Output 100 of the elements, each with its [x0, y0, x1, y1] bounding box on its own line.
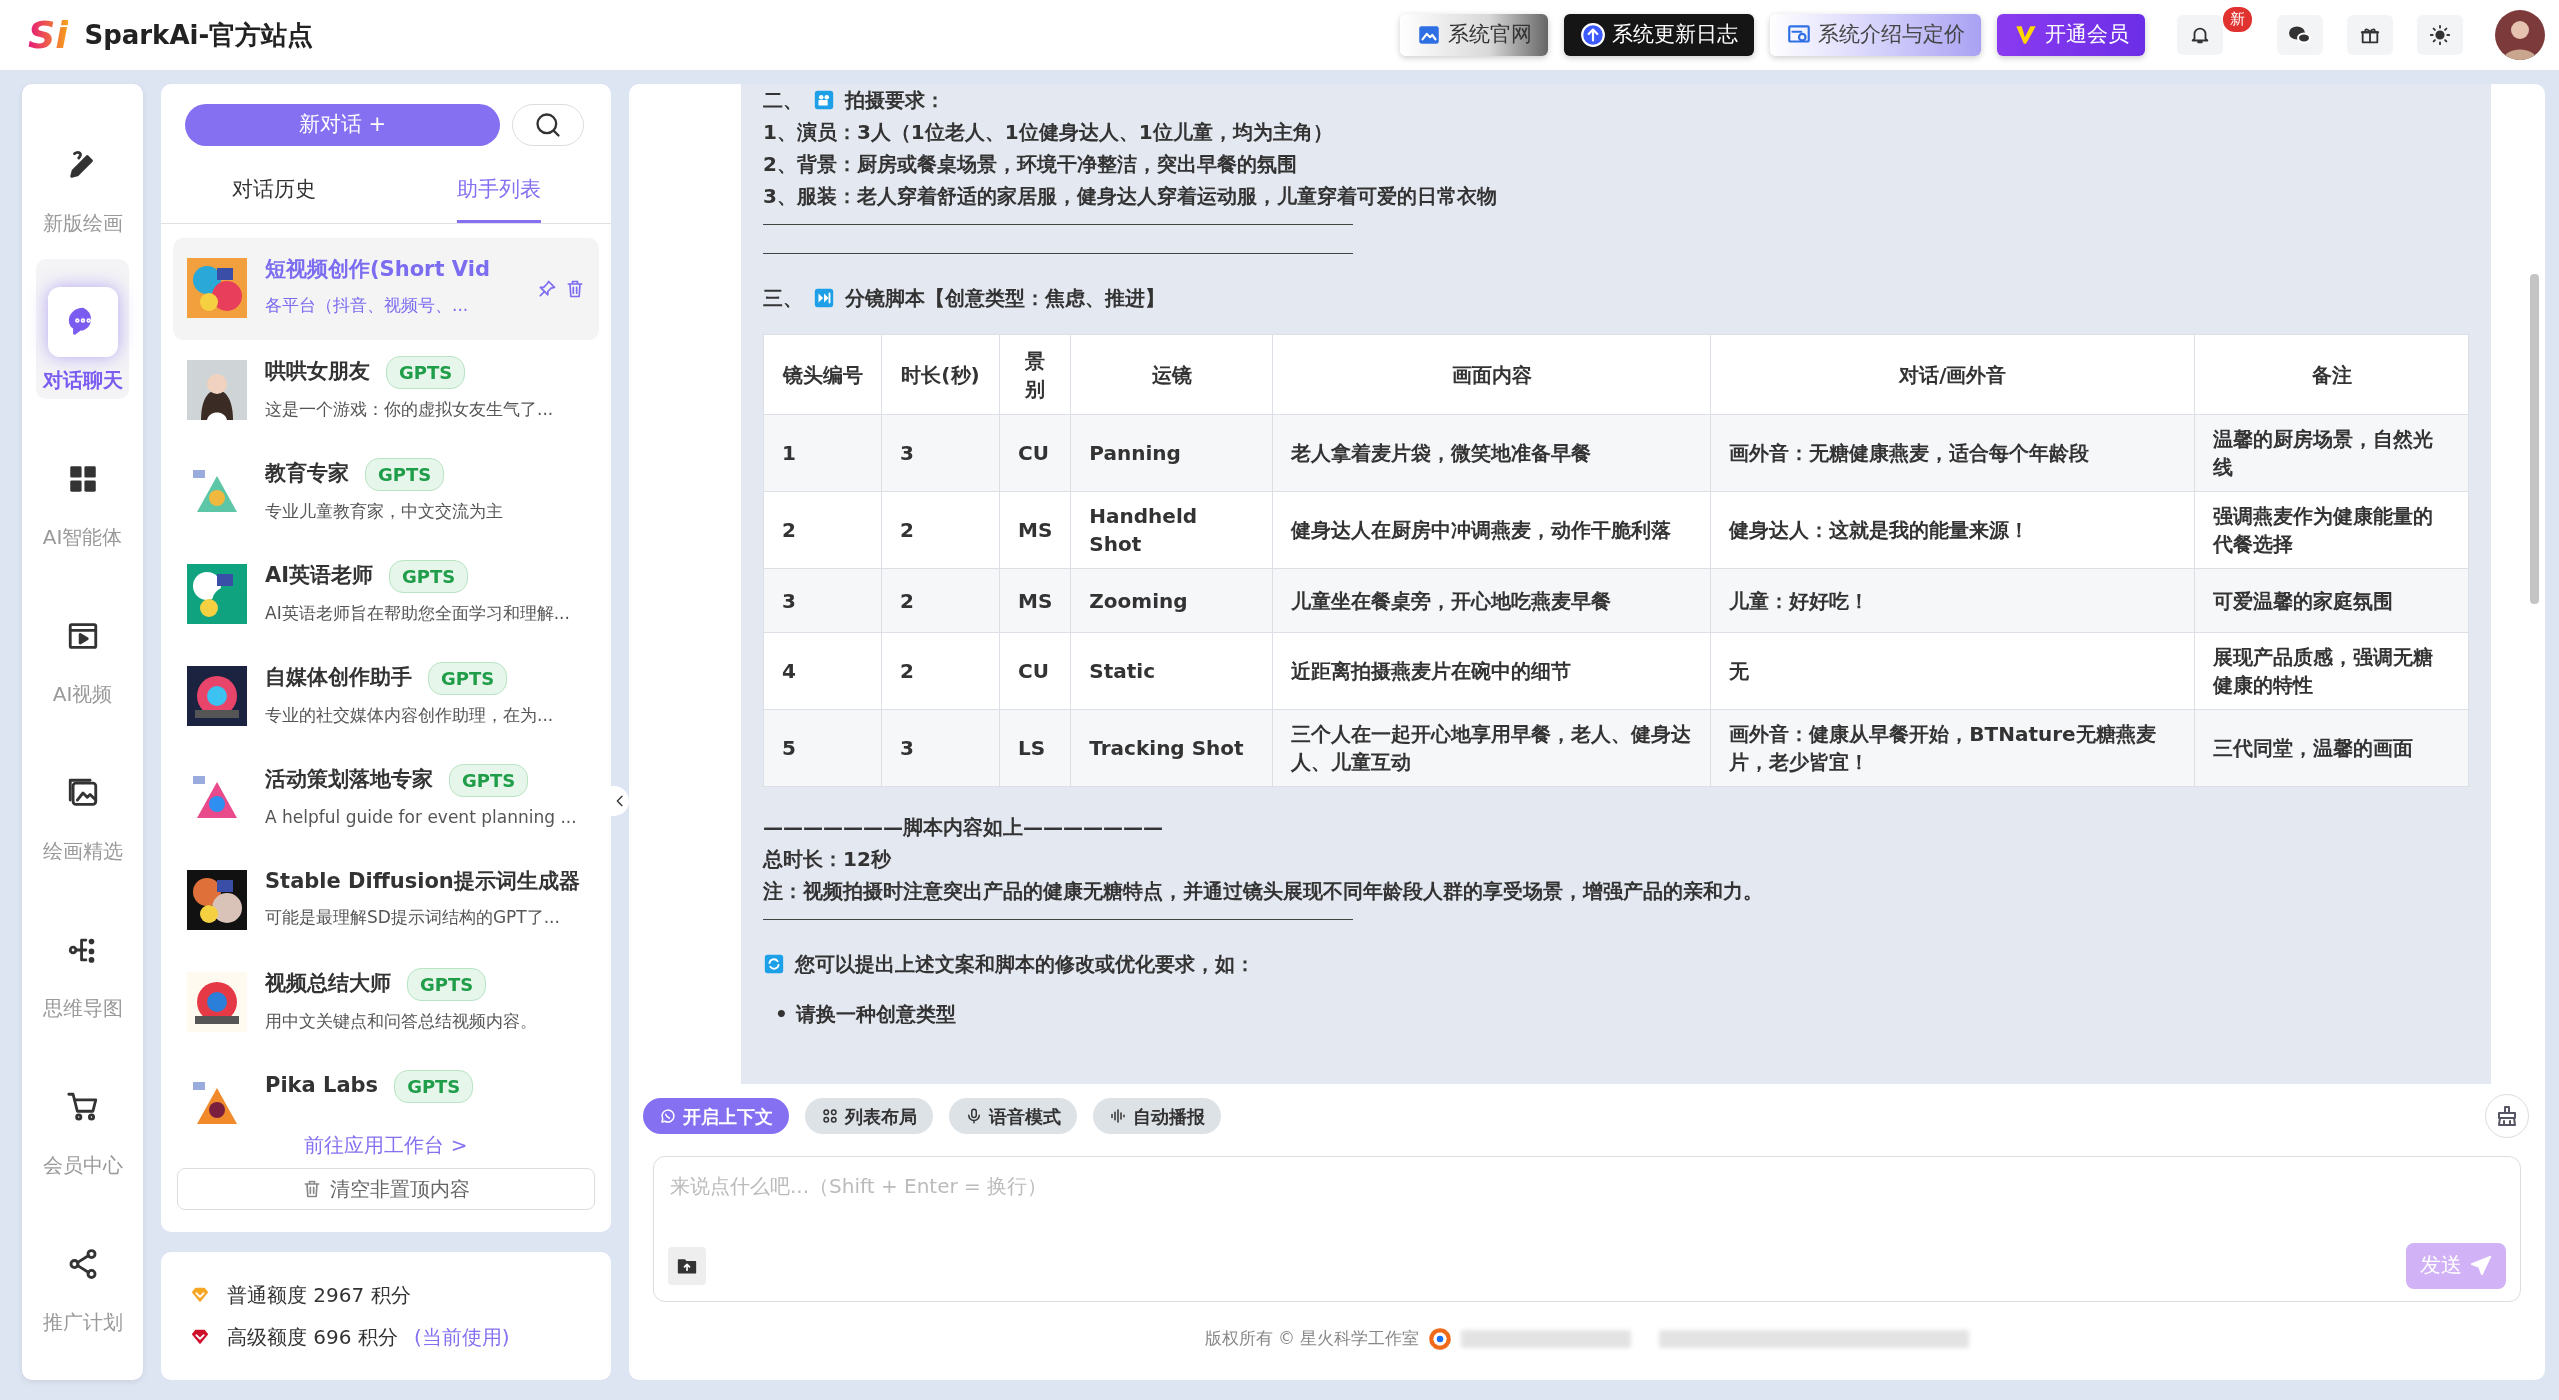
assistant-item[interactable]: 自媒体创作助手 GPTS 专业的社交媒体内容创作助理，在为...	[173, 645, 599, 748]
table-cell: 3	[881, 414, 1000, 492]
table-cell: 健身达人在厨房中冲调燕麦，动作干脆利落	[1272, 491, 1711, 569]
assistant-title: 短视频创作(Short Vid	[265, 255, 490, 283]
assistant-item[interactable]: 教育专家 GPTS 专业儿童教育家，中文交流为主	[173, 441, 599, 544]
table-cell: CU	[999, 414, 1071, 492]
search-button[interactable]	[512, 104, 584, 146]
chat-icon	[659, 1107, 677, 1125]
table-cell: 三代同堂，温馨的画面	[2194, 709, 2469, 787]
clear-button[interactable]: 清空非置顶内容	[177, 1167, 595, 1210]
gpts-tag: GPTS	[449, 763, 529, 797]
assistant-title: Stable Diffusion提示词生成器	[265, 867, 580, 895]
assistant-item[interactable]: 视频总结大师 GPTS 用中文关键点和问答总结视频内容。	[173, 951, 599, 1054]
table-cell: Tracking Shot	[1070, 709, 1273, 787]
upload-button[interactable]	[668, 1247, 706, 1285]
table-cell: MS	[999, 491, 1071, 569]
section-heading: 拍摄要求：	[845, 87, 945, 114]
collapse-button[interactable]	[611, 786, 629, 816]
site-title: SparkAi-官方站点	[84, 18, 314, 52]
gpts-tag: GPTS	[407, 967, 487, 1001]
content-line: 总时长：12秒	[763, 846, 892, 873]
sun-icon	[2429, 24, 2451, 46]
assistant-description: 各平台（抖音、视频号、...	[265, 294, 470, 317]
table-cell: 健身达人：这就是我的能量来源！	[1710, 491, 2195, 569]
content-line: 注：视频拍摄时注意突出产品的健康无糖特点，并通过镜头展现不同年龄段人群的享受场景，增强产品的亲和力。	[763, 878, 1764, 905]
gpts-tag: GPTS	[394, 1069, 474, 1103]
content-line: 2、背景：厨房或餐桌场景，环境干净整洁，突出早餐的氛围	[763, 151, 1298, 178]
tab[interactable]: 对话历史	[231, 160, 316, 223]
gpts-tag: GPTS	[386, 355, 466, 389]
trash-icon	[302, 1178, 322, 1199]
quota-note: (当前使用)	[413, 1324, 510, 1351]
table-header: 备注	[2194, 334, 2469, 415]
broom-icon	[2495, 1104, 2519, 1128]
assistant-title: 视频总结大师	[265, 970, 391, 998]
table-header: 景别	[999, 334, 1071, 415]
table-cell: MS	[999, 568, 1071, 633]
table-cell: 温馨的厨房场景，自然光线	[2194, 414, 2469, 492]
clear-context-button[interactable]	[2485, 1094, 2529, 1138]
paper-plane-icon	[2470, 1255, 2492, 1277]
assistant-title: AI英语老师	[265, 562, 374, 590]
wechat-button[interactable]	[2277, 15, 2323, 55]
table-cell: 展现产品质感，强调无糖健康的特性	[2194, 632, 2469, 710]
table-cell: 无	[1710, 632, 2195, 710]
header-link[interactable]: 系统官网	[1400, 14, 1548, 56]
copyright-text: 版权所有 © 星火科学工作室	[1204, 1327, 1420, 1351]
toolbar-chip[interactable]: 开启上下文	[643, 1098, 789, 1134]
arrow-up-icon	[1580, 22, 1606, 48]
notification-button[interactable]	[2177, 15, 2223, 55]
table-cell: 画外音：无糖健康燕麦，适合每个年龄段	[1710, 414, 2195, 492]
tab[interactable]: 助手列表	[456, 160, 541, 223]
header-link[interactable]: 系统介绍与定价	[1770, 14, 1981, 56]
table-cell: 2	[881, 491, 1000, 569]
assistant-description: 专业的社交媒体内容创作助理，在为...	[265, 703, 555, 727]
assistant-item[interactable]: Stable Diffusion提示词生成器 可能是最理解SD提示词结构的GPT了...	[173, 849, 599, 952]
scrollbar[interactable]	[2530, 274, 2539, 604]
assistant-item[interactable]: 哄哄女朋友 GPTS 这是一个游戏：你的虚拟女友生气了...	[173, 339, 599, 442]
table-cell: LS	[999, 709, 1071, 787]
content-line: 1、演员：3人（1位老人、1位健身达人、1位儿童，均为主角）	[763, 119, 1334, 146]
table-header: 画面内容	[1272, 334, 1711, 415]
microphone-icon	[965, 1107, 983, 1125]
toolbar-chip[interactable]: 自动播报	[1093, 1098, 1221, 1134]
table-cell: 画外音：健康从早餐开始，BTNature无糖燕麦片，老少皆宜！	[1710, 709, 2195, 787]
assistant-item[interactable]: 短视频创作(Short Vid 各平台（抖音、视频号、...	[173, 237, 599, 340]
bullet-item: 请换一种创意类型	[795, 1001, 956, 1028]
nav-item[interactable]: 对话聊天	[36, 259, 129, 399]
section-number: 二、	[763, 87, 803, 114]
sound-wave-icon	[1109, 1107, 1127, 1125]
assistant-description: 这是一个游戏：你的虚拟女友生气了...	[265, 397, 555, 421]
toolbar-chip[interactable]: 列表布局	[805, 1098, 933, 1134]
new-chat-button[interactable]: 新对话 +	[185, 104, 500, 146]
gift-button[interactable]	[2347, 15, 2393, 55]
assistant-item[interactable]: 活动策划落地专家 GPTS A helpful guide for event planning ...	[173, 747, 599, 850]
assistant-description: AI英语老师旨在帮助您全面学习和理解...	[265, 601, 571, 625]
section-number: 三、	[763, 285, 803, 312]
assistant-item[interactable]: AI英语老师 GPTS AI英语老师旨在帮助您全面学习和理解...	[173, 543, 599, 646]
table-cell: Panning	[1070, 414, 1273, 492]
table-cell: 儿童坐在餐桌旁，开心地吃燕麦早餐	[1272, 568, 1711, 633]
quota-text: 高级额度 696 积分	[227, 1324, 398, 1351]
avatar[interactable]	[2495, 10, 2545, 60]
content-line: ———————脚本内容如上———————	[763, 814, 1164, 841]
table-cell: Static	[1070, 632, 1273, 710]
table-cell: 2	[763, 491, 882, 569]
trash-icon[interactable]	[565, 278, 585, 299]
table-cell: 近距离拍摄燕麦片在碗中的细节	[1272, 632, 1711, 710]
assistant-description: 可能是最理解SD提示词结构的GPT了...	[265, 906, 561, 929]
assistant-item[interactable]: Pika Labs GPTS	[173, 1053, 599, 1124]
grid-icon	[821, 1107, 839, 1125]
table-cell: Handheld Shot	[1070, 491, 1273, 569]
notification-badge: 新	[2223, 7, 2252, 32]
section-heading: 您可以提出上述文案和脚本的修改或优化要求，如：	[795, 951, 1255, 978]
theme-button[interactable]	[2417, 15, 2463, 55]
table-cell: Zooming	[1070, 568, 1273, 633]
assistant-title: 教育专家	[265, 460, 349, 488]
workbench-link[interactable]: 前往应用工作台 >	[304, 1132, 468, 1157]
toolbar-chip[interactable]: 语音模式	[949, 1098, 1077, 1134]
header-link[interactable]: 开通会员	[1997, 14, 2145, 56]
bullet-marker: •	[775, 1001, 788, 1028]
pin-icon[interactable]	[537, 278, 557, 299]
header-link[interactable]: 系统更新日志	[1564, 14, 1754, 56]
table-header: 时长(秒)	[881, 334, 1000, 415]
